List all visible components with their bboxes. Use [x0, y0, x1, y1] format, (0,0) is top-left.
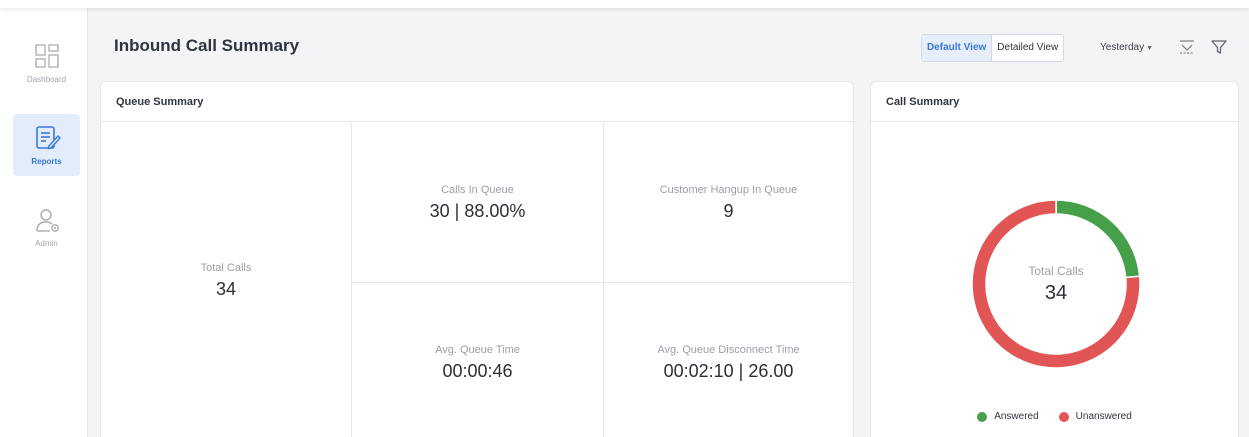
legend-label: Answered — [994, 411, 1039, 422]
sidebar-item-label: Admin — [35, 239, 58, 248]
stat-label: Total Calls — [200, 261, 252, 274]
export-icon[interactable] — [1178, 38, 1196, 56]
date-range-select[interactable]: Yesterday ▼ — [1100, 42, 1153, 53]
page-title: Inbound Call Summary — [114, 36, 300, 55]
avg-queue-time-stat: Avg. Queue Time 00:00:46 — [352, 283, 603, 437]
top-bar — [0, 0, 1249, 8]
reports-icon — [35, 126, 61, 150]
stat-value: 30 | 88.00% — [429, 200, 526, 221]
sidebar-item-dashboard[interactable]: Dashboard — [13, 32, 80, 94]
stat-value: 9 — [723, 200, 734, 221]
sidebar-item-label: Reports — [31, 157, 62, 166]
default-view-button[interactable]: Default View — [922, 35, 993, 61]
stat-value: 00:02:10 | 26.00 — [663, 360, 794, 381]
legend-swatch — [977, 411, 988, 422]
dashboard-icon — [34, 44, 59, 68]
stat-label: Avg. Queue Disconnect Time — [657, 343, 800, 356]
stat-label: Calls In Queue — [441, 183, 514, 196]
avg-disconnect-time-stat: Avg. Queue Disconnect Time 00:02:10 | 26… — [604, 283, 853, 437]
stat-label: Avg. Queue Time — [435, 343, 520, 356]
legend-item-unanswered[interactable]: Unanswered — [1058, 411, 1132, 422]
detailed-view-button[interactable]: Detailed View — [992, 35, 1063, 61]
stat-value: 00:00:46 — [442, 360, 513, 381]
call-summary-title: Call Summary — [871, 82, 1238, 122]
call-summary-card: Call Summary Total Calls 34 Answered Una… — [870, 81, 1239, 437]
sidebar-item-admin[interactable]: Admin — [13, 196, 80, 258]
queue-summary-card: Queue Summary Total Calls 34 Calls In Qu… — [100, 81, 854, 437]
view-toggle: Default View Detailed View — [921, 34, 1065, 62]
date-range-value: Yesterday — [1100, 42, 1145, 53]
total-calls-stat: Total Calls 34 — [101, 123, 351, 437]
sidebar-item-label: Dashboard — [26, 75, 67, 84]
filter-icon[interactable] — [1210, 38, 1228, 56]
queue-summary-grid: Total Calls 34 Calls In Queue 30 | 88.00… — [101, 123, 853, 437]
sidebar-item-reports[interactable]: Reports — [13, 114, 80, 176]
stat-value: 34 — [215, 278, 237, 299]
calls-in-queue-stat: Calls In Queue 30 | 88.00% — [352, 123, 603, 282]
legend-swatch — [1058, 411, 1069, 422]
legend-label: Unanswered — [1075, 411, 1132, 422]
donut-center: Total Calls 34 — [971, 199, 1141, 369]
queue-summary-title: Queue Summary — [101, 82, 853, 122]
donut-center-label: Total Calls — [1028, 263, 1084, 278]
legend-item-answered[interactable]: Answered — [977, 411, 1039, 422]
donut-chart: Total Calls 34 — [971, 199, 1141, 369]
donut-center-value: 34 — [1044, 281, 1068, 304]
customer-hangup-stat: Customer Hangup In Queue 9 — [604, 123, 853, 282]
chart-legend: Answered Unanswered — [871, 411, 1238, 422]
chevron-down-icon: ▼ — [1146, 45, 1154, 52]
admin-icon — [35, 209, 59, 232]
sidebar: Dashboard Reports Admin — [0, 8, 88, 437]
stat-label: Customer Hangup In Queue — [659, 183, 798, 196]
